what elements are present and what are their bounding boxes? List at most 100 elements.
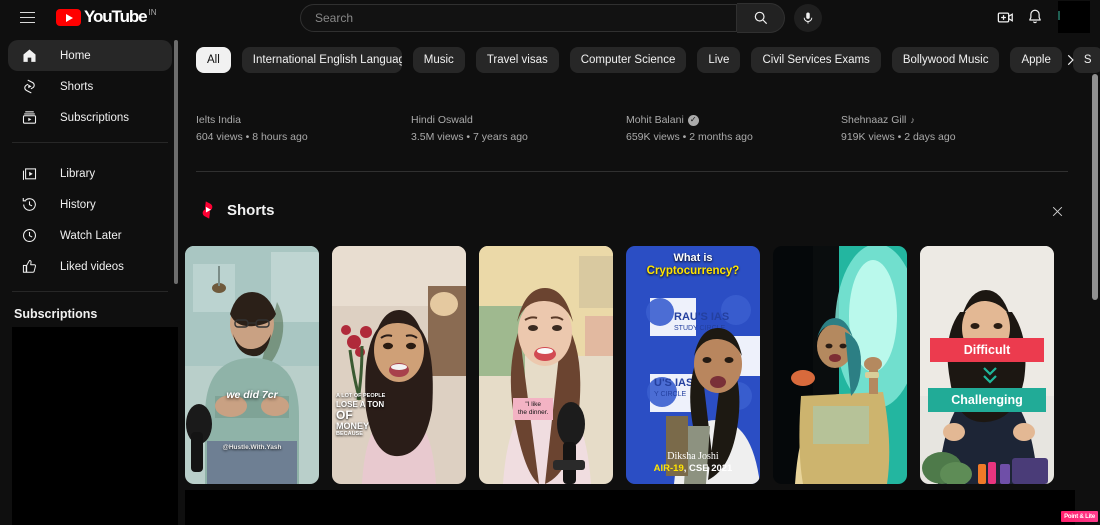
chevron-right-icon xyxy=(1067,54,1074,66)
sidebar-primary-section: Home Shorts Subscriptions xyxy=(0,34,180,133)
shorts-thumbnail-6[interactable]: Difficult Challenging xyxy=(920,246,1054,484)
voice-search-button[interactable] xyxy=(794,4,822,32)
shorts-icon xyxy=(18,76,40,98)
sidebar-item-home[interactable]: Home xyxy=(8,40,172,71)
header-actions xyxy=(990,0,1100,34)
shorts-image-2 xyxy=(332,246,466,484)
chip-civil-services-exams[interactable]: Civil Services Exams xyxy=(751,47,881,73)
bell-icon xyxy=(1029,9,1041,24)
shorts-shelf-title: Shorts xyxy=(227,201,275,219)
thumbs-up-icon xyxy=(18,256,40,278)
search-button[interactable] xyxy=(737,3,785,33)
channel-name: Mohit Balani xyxy=(626,114,684,126)
shorts-thumbnail-3[interactable]: "I like the dinner. xyxy=(479,246,613,484)
youtube-logo-text: YouTube xyxy=(84,7,148,26)
video-meta-item[interactable]: Mohit Balani ✓ 659K views • 2 months ago xyxy=(626,114,841,143)
shorts-caption-2-line1: A LOT OF PEOPLE xyxy=(336,393,386,399)
youtube-logo[interactable]: YouTube IN xyxy=(56,8,157,26)
avatar[interactable] xyxy=(1058,1,1090,33)
shorts-shelf-close-button[interactable] xyxy=(1046,200,1068,222)
shorts-image-5 xyxy=(773,246,907,484)
create-camera-icon xyxy=(997,12,1013,22)
country-code-label: IN xyxy=(148,8,157,17)
library-icon xyxy=(18,163,40,185)
shorts-caption-2-line4: MONEY xyxy=(336,420,370,431)
history-icon xyxy=(18,194,40,216)
sidebar-scrollbar[interactable] xyxy=(174,40,178,284)
shorts-caption-2: A LOT OF PEOPLE LOSE A TON OF MONEY BECA… xyxy=(336,393,412,438)
shorts-image-6 xyxy=(920,246,1054,484)
chips-next-button[interactable] xyxy=(1058,48,1082,72)
svg-text:Y CIRCLE: Y CIRCLE xyxy=(654,391,686,398)
video-meta-item[interactable]: Hindi Oswald 3.5M views • 7 years ago xyxy=(411,114,626,143)
microphone-icon xyxy=(803,12,813,24)
section-divider xyxy=(196,171,1068,172)
create-video-button[interactable] xyxy=(990,2,1020,32)
home-icon xyxy=(18,45,40,67)
sidebar-item-watch-later[interactable]: Watch Later xyxy=(8,220,172,251)
chip-travel-visas[interactable]: Travel visas xyxy=(475,47,559,73)
shorts-caption-4-line2: Cryptocurrency? xyxy=(646,264,740,277)
shorts-thumbnail-1[interactable]: we did 7cr @Hustle.With.Yash xyxy=(185,246,319,484)
hamburger-menu-icon[interactable] xyxy=(12,2,42,32)
filter-chips-bar: All International English Languag… Music… xyxy=(180,42,1100,78)
sidebar-item-subscriptions[interactable]: Subscriptions xyxy=(8,102,172,133)
shorts-caption-6-bottom: Challenging xyxy=(928,388,1046,412)
search-icon xyxy=(754,11,767,25)
sidebar-divider-1 xyxy=(12,142,168,143)
page-scrollbar[interactable] xyxy=(1092,74,1098,300)
shorts-caption-3: "I like the dinner. xyxy=(513,398,554,421)
sidebar-label-home: Home xyxy=(60,49,91,62)
svg-text:U'S IAS: U'S IAS xyxy=(654,377,693,389)
sidebar-item-library[interactable]: Library xyxy=(8,158,172,189)
shorts-caption-4-bottom: Diksha Joshi AIR-19, CSE 2021 xyxy=(626,450,760,475)
clock-icon xyxy=(18,225,40,247)
sidebar-item-liked-videos[interactable]: Liked videos xyxy=(8,251,172,282)
video-meta-row: Ielts India 604 views • 8 hours ago Hind… xyxy=(180,114,1100,143)
notifications-button[interactable] xyxy=(1020,2,1050,32)
chip-computer-science[interactable]: Computer Science xyxy=(569,47,687,73)
sidebar-unloaded-subscriptions-block xyxy=(12,327,178,525)
sidebar-label-subscriptions: Subscriptions xyxy=(60,111,130,124)
shorts-thumbnail-5[interactable] xyxy=(773,246,907,484)
chip-all[interactable]: All xyxy=(196,47,231,73)
search-input[interactable] xyxy=(315,11,736,25)
video-stats: 919K views • 2 days ago xyxy=(841,131,956,143)
channel-name-wrap: Shehnaaz Gill ♪ xyxy=(841,114,1056,126)
chip-apple[interactable]: Apple xyxy=(1010,47,1062,73)
shorts-image-4: RAU'S IAS STUDY CIRCLE U'S IAS Y CIRCLE xyxy=(626,246,760,484)
channel-name: Ielts India xyxy=(196,114,241,126)
top-header-bar: YouTube IN xyxy=(0,0,1100,34)
video-meta-item[interactable]: Ielts India 604 views • 8 hours ago xyxy=(196,114,411,143)
sidebar-label-history: History xyxy=(60,198,96,211)
verified-badge-icon: ✓ xyxy=(687,114,699,126)
channel-name-wrap: Hindi Oswald xyxy=(411,114,626,126)
shorts-thumbnail-2[interactable]: A LOT OF PEOPLE LOSE A TON OF MONEY BECA… xyxy=(332,246,466,484)
svg-text:RAU'S IAS: RAU'S IAS xyxy=(674,311,729,323)
shorts-caption-6-top: Difficult xyxy=(930,338,1044,362)
shorts-handle-1: @Hustle.With.Yash xyxy=(222,444,282,451)
channel-name-wrap: Ielts India xyxy=(196,114,411,126)
channel-name-wrap: Mohit Balani ✓ xyxy=(626,114,841,126)
channel-name: Hindi Oswald xyxy=(411,114,473,126)
shorts-thumbnail-4[interactable]: RAU'S IAS STUDY CIRCLE U'S IAS Y CIRCLE xyxy=(626,246,760,484)
shorts-presenter-exam: , CSE 2021 xyxy=(683,462,733,474)
shorts-caption-2-line5: BECAUSE xyxy=(336,431,363,438)
sidebar-label-shorts: Shorts xyxy=(60,80,94,93)
chip-international-english[interactable]: International English Languag… xyxy=(241,47,402,73)
video-meta-item[interactable]: Shehnaaz Gill ♪ 919K views • 2 days ago xyxy=(841,114,1056,143)
chevron-down-icon xyxy=(983,367,997,384)
shorts-caption-4-top: What is Cryptocurrency? xyxy=(626,252,760,278)
chip-bollywood-music[interactable]: Bollywood Music xyxy=(891,47,1000,73)
search-box[interactable] xyxy=(300,4,737,32)
chip-music[interactable]: Music xyxy=(412,47,465,73)
video-stats: 604 views • 8 hours ago xyxy=(196,131,308,143)
music-note-badge-icon: ♪ xyxy=(910,115,915,125)
subscriptions-icon xyxy=(18,107,40,129)
shorts-logo-icon xyxy=(198,199,217,221)
sidebar-label-watch-later: Watch Later xyxy=(60,229,122,242)
sidebar-item-shorts[interactable]: Shorts xyxy=(8,71,172,102)
chip-live[interactable]: Live xyxy=(697,47,741,73)
main-content: All International English Languag… Music… xyxy=(180,34,1100,525)
sidebar-item-history[interactable]: History xyxy=(8,189,172,220)
